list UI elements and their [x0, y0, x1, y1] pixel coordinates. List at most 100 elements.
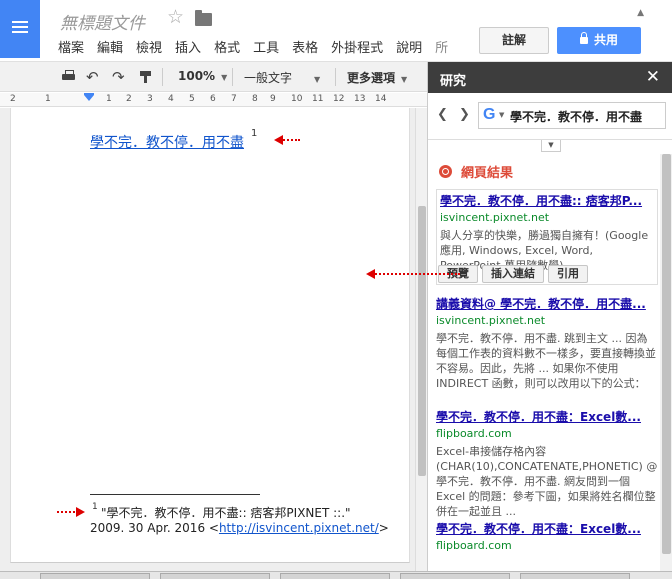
footnote-number: 1 — [92, 502, 98, 512]
search-result[interactable]: 學不完．教不停．用不盡：Excel數... flipboard.com — [436, 520, 658, 552]
ruler-tick: 7 — [231, 94, 237, 104]
research-panel-scrollbar[interactable] — [660, 154, 672, 571]
scrollbar-thumb[interactable] — [662, 154, 671, 554]
taskbar-strip — [0, 571, 672, 579]
ruler-tick: 13 — [354, 94, 366, 104]
ruler-tick: 14 — [375, 94, 387, 104]
result-url: isvincent.pixnet.net — [440, 211, 550, 224]
menu-tools[interactable]: 工具 — [253, 37, 279, 56]
share-label: 共用 — [593, 33, 618, 47]
left-indent-handle[interactable] — [84, 95, 94, 101]
toolbar-divider — [232, 68, 233, 86]
footnote-url-link[interactable]: http://isvincent.pixnet.net/ — [219, 521, 379, 535]
close-icon[interactable]: ✕ — [646, 67, 660, 87]
menu-addons[interactable]: 外掛程式 — [331, 37, 383, 56]
toolbar: ↶ ↷ 100% ▼ 一般文字 ▼ 更多選項 ▼ — [0, 62, 427, 92]
ruler-tick: 11 — [312, 94, 324, 104]
taskbar-tab[interactable] — [160, 573, 270, 579]
toolbar-divider — [335, 68, 336, 86]
menu-file[interactable]: 檔案 — [58, 37, 84, 56]
menu-insert[interactable]: 插入 — [175, 37, 201, 56]
chevron-down-icon: ▼ — [401, 75, 408, 84]
research-panel-title: 研究 — [440, 74, 467, 89]
more-options-label: 更多選項 — [347, 71, 396, 85]
zoom-value: 100% — [178, 69, 216, 83]
document-page[interactable]: 學不完．教不停．用不盡 1 1 "學不完．教不停．用不盡:: 痞客邦PIXNET… — [10, 108, 410, 563]
folder-icon[interactable] — [195, 10, 212, 26]
result-actions: 預覽 插入連結 引用 — [438, 265, 592, 283]
research-search-query[interactable]: 學不完．教不停．用不盡 — [510, 108, 642, 125]
comments-button[interactable]: 註解 — [479, 27, 549, 54]
results-type-dropdown[interactable]: ▼ — [541, 140, 561, 152]
inserted-link[interactable]: 學不完．教不停．用不盡 — [90, 132, 244, 152]
ruler-tick: 9 — [270, 94, 276, 104]
taskbar-tab[interactable] — [400, 573, 510, 579]
result-title-link[interactable]: 學不完．教不停．用不盡：Excel數... — [436, 408, 658, 425]
collapse-chevron-icon[interactable]: ▲ — [637, 8, 644, 18]
print-icon[interactable] — [61, 70, 76, 84]
redo-icon[interactable]: ↷ — [112, 70, 127, 85]
google-icon[interactable]: G — [483, 106, 495, 124]
result-snippet: 學不完．教不停．用不盡. 跳到主文 ... 因為每個工作表的資料數不一樣多，要直… — [436, 332, 656, 390]
taskbar-tab[interactable] — [280, 573, 390, 579]
ruler-tick: 12 — [333, 94, 345, 104]
menu-bar: 檔案 編輯 檢視 插入 格式 工具 表格 外掛程式 說明 所 — [58, 37, 461, 56]
taskbar-tab[interactable] — [520, 573, 630, 579]
menu-edit[interactable]: 編輯 — [97, 37, 123, 56]
result-title-link[interactable]: 學不完．教不停．用不盡：Excel數... — [436, 520, 658, 537]
web-results-heading: 網頁結果 — [439, 162, 513, 181]
menu-help[interactable]: 說明 — [396, 37, 422, 56]
annotation-arrow — [57, 507, 85, 517]
ruler-tick: 3 — [147, 94, 153, 104]
search-result[interactable]: 學不完．教不停．用不盡：Excel數... flipboard.com Exce… — [436, 408, 658, 519]
insert-link-button[interactable]: 插入連結 — [482, 265, 544, 283]
footnote-separator — [90, 494, 260, 495]
result-title-link[interactable]: 學不完．教不停．用不盡:: 痞客邦P... — [440, 192, 654, 209]
star-icon[interactable]: ☆ — [167, 8, 184, 27]
more-options-button[interactable]: 更多選項 ▼ — [347, 69, 407, 86]
footnote-date: 2009. 30 Apr. 2016 < — [90, 521, 219, 535]
result-snippet: Excel-串接儲存格內容(CHAR(10),CONCATENATE,PHONE… — [436, 445, 658, 518]
annotation-arrow — [366, 269, 460, 279]
scrollbar-thumb[interactable] — [418, 206, 426, 476]
paint-format-icon[interactable] — [138, 70, 153, 84]
cite-button[interactable]: 引用 — [548, 265, 588, 283]
menu-format[interactable]: 格式 — [214, 37, 240, 56]
document-title[interactable]: 無標題文件 — [60, 9, 145, 34]
footnote-citation[interactable]: "學不完．教不停．用不盡:: 痞客邦PIXNET ::." — [101, 504, 351, 521]
web-results-label: 網頁結果 — [461, 166, 514, 181]
ruler-tick: 1 — [106, 94, 112, 104]
docs-logo-icon[interactable] — [0, 0, 40, 58]
globe-icon — [439, 165, 452, 178]
ruler[interactable]: 2 1 1 2 3 4 5 6 7 8 9 10 11 12 13 14 — [0, 93, 427, 107]
chevron-down-icon[interactable]: ▼ — [499, 111, 504, 119]
app-header: 無標題文件 ☆ 檔案 編輯 檢視 插入 格式 工具 表格 外掛程式 說明 所 ▲… — [0, 0, 672, 62]
result-title-link[interactable]: 講義資料@ 學不完．教不停．用不盡... — [436, 295, 658, 312]
result-url: flipboard.com — [436, 539, 512, 552]
annotation-arrow — [274, 135, 300, 145]
research-search-input[interactable]: G ▼ 學不完．教不停．用不盡 — [478, 102, 666, 129]
share-button[interactable]: 共用 — [557, 27, 641, 54]
footnote-reference[interactable]: 1 — [251, 128, 257, 139]
result-url: isvincent.pixnet.net — [436, 314, 546, 327]
forward-arrow-icon[interactable]: ❯ — [459, 107, 470, 122]
menu-table[interactable]: 表格 — [292, 37, 318, 56]
document-canvas: 學不完．教不停．用不盡 1 1 "學不完．教不停．用不盡:: 痞客邦PIXNET… — [0, 108, 427, 571]
zoom-select[interactable]: 100% ▼ — [178, 69, 227, 83]
lock-icon — [579, 32, 588, 44]
result-url: flipboard.com — [436, 427, 512, 440]
document-scrollbar[interactable] — [415, 108, 427, 571]
back-arrow-icon[interactable]: ❮ — [437, 107, 448, 122]
style-value: 一般文字 — [244, 71, 293, 85]
ruler-tick: 6 — [210, 94, 216, 104]
menu-view[interactable]: 檢視 — [136, 37, 162, 56]
ruler-tick: 5 — [189, 94, 195, 104]
style-select[interactable]: 一般文字 ▼ — [244, 69, 320, 86]
undo-icon[interactable]: ↶ — [86, 70, 101, 85]
footnote-citation-line2[interactable]: 2009. 30 Apr. 2016 <http://isvincent.pix… — [90, 521, 389, 535]
menu-last-edit[interactable]: 所 — [435, 37, 448, 56]
taskbar-tab[interactable] — [40, 573, 150, 579]
toolbar-divider — [162, 68, 163, 86]
search-result[interactable]: 講義資料@ 學不完．教不停．用不盡... isvincent.pixnet.ne… — [436, 295, 658, 391]
ruler-tick: 1 — [45, 94, 51, 104]
